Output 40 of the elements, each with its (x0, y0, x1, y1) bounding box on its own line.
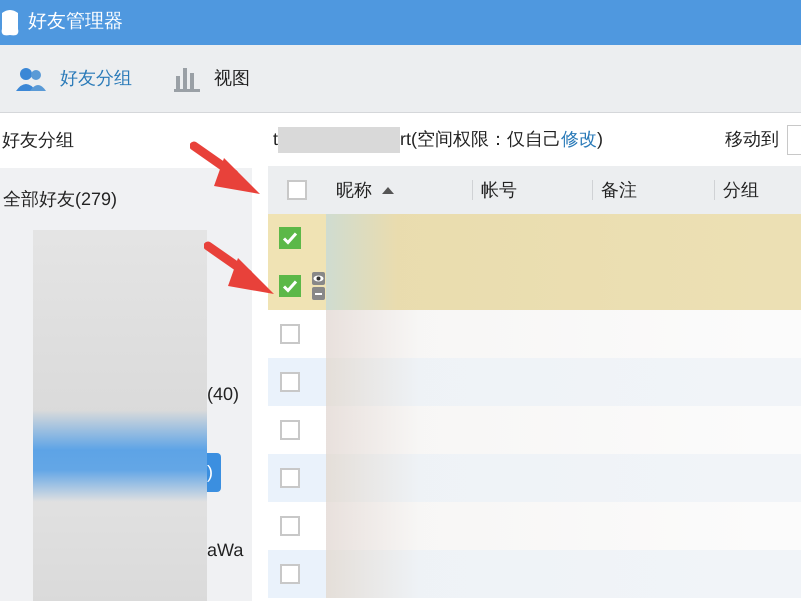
move-to-dropdown[interactable] (787, 124, 801, 154)
row-selector-cell[interactable] (268, 262, 326, 310)
checkbox[interactable] (279, 227, 301, 249)
eye-icon[interactable] (312, 272, 325, 285)
sort-up-icon (382, 186, 394, 194)
checkbox[interactable] (287, 180, 307, 200)
panel-title: 好友分组 (2, 129, 74, 152)
row-selector-cell[interactable] (268, 550, 326, 598)
checkbox[interactable] (280, 324, 300, 344)
checkbox[interactable] (280, 468, 300, 488)
row-selector-cell[interactable] (268, 214, 326, 262)
bar-chart-icon (174, 66, 200, 92)
checkbox[interactable] (280, 372, 300, 392)
tab[interactable]: 视图 (174, 65, 250, 92)
people-icon (16, 66, 46, 90)
checkbox[interactable] (280, 516, 300, 536)
checkbox[interactable] (280, 564, 300, 584)
arrow-annotation (190, 140, 262, 196)
column-header[interactable]: 昵称 (336, 176, 394, 204)
penguin-icon (0, 8, 20, 36)
move-to-label: 移动到 (725, 128, 779, 151)
group-name: t (273, 128, 278, 151)
edit-link[interactable]: 修改 (561, 126, 598, 153)
group-item[interactable]: aWa (207, 531, 244, 570)
column-header[interactable]: 备注 (601, 176, 637, 204)
tab[interactable]: 好友分组 (16, 65, 132, 92)
paren: ) (597, 128, 604, 151)
check-icon (282, 278, 298, 294)
column-header[interactable]: 帐号 (481, 176, 517, 204)
arrow-annotation (204, 240, 276, 296)
checkbox[interactable] (280, 420, 300, 440)
checkbox[interactable] (279, 275, 301, 297)
group-permission: rt(空间权限：仅自己 (400, 128, 562, 151)
group-item[interactable]: (40) (207, 375, 240, 414)
row-selector-cell[interactable] (268, 454, 326, 502)
column-header[interactable]: 分组 (723, 176, 759, 204)
group-item[interactable]: 全部好友(279) (3, 186, 118, 213)
check-icon (282, 230, 298, 246)
row-selector-cell[interactable] (268, 358, 326, 406)
window-title: 好友管理器 (28, 10, 123, 34)
